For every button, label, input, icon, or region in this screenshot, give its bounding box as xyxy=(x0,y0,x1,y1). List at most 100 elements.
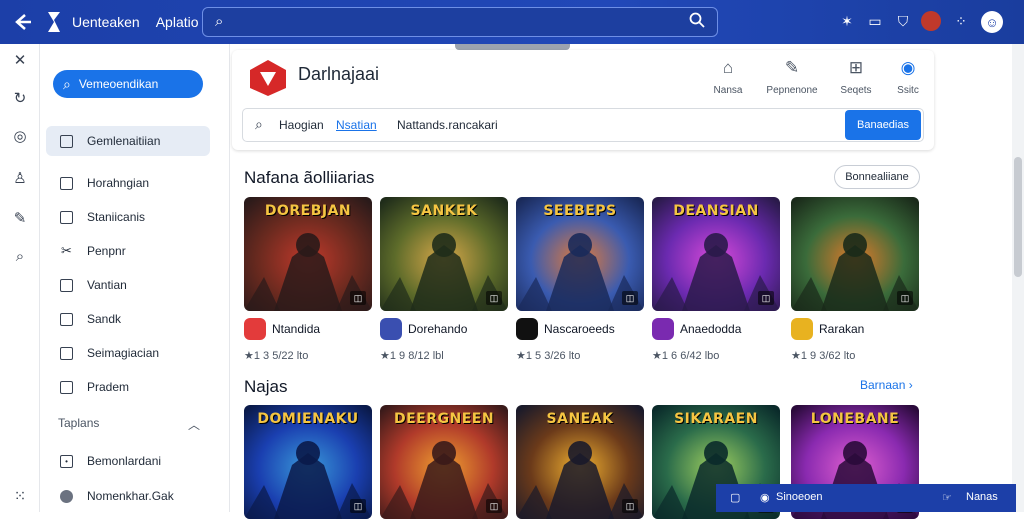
app-icon[interactable] xyxy=(791,318,813,340)
app-name[interactable]: Nascaroeeds xyxy=(544,322,615,336)
store-action-site[interactable]: ◉ Ssitc xyxy=(878,58,938,98)
top-search-input[interactable]: ⌕ xyxy=(202,7,718,37)
window-icon[interactable]: ▢ xyxy=(730,491,740,504)
sidebar-item-label: Penpnr xyxy=(87,244,126,258)
close-icon[interactable]: ✕ xyxy=(10,50,30,70)
store-action-home[interactable]: ⌂ Nansa xyxy=(698,58,758,98)
search-icon[interactable]: ⌕ xyxy=(10,246,30,266)
game-art-title: DOREBJAN xyxy=(264,203,352,219)
scrollbar-track[interactable] xyxy=(1012,44,1024,512)
sidebar-item-7[interactable]: Pradem xyxy=(46,372,210,402)
search-icon[interactable] xyxy=(689,12,705,33)
page-icon xyxy=(60,278,73,292)
apps-grid-icon[interactable]: ⁙ xyxy=(10,486,30,506)
sidebar-section-item-0[interactable]: • Bemonlardani xyxy=(46,446,210,476)
sidebar-section-item-1[interactable]: Nomenkhar.Gak xyxy=(46,481,210,511)
store-primary-button[interactable]: Banaedias xyxy=(845,110,921,140)
taskbar-label-2[interactable]: Nanas xyxy=(966,491,998,503)
edit-icon[interactable]: ✎ xyxy=(10,208,30,228)
store-header-card: Darlnajaai ⌂ Nansa ✎ Pepnenone ⊞ Seqets ◉ Ss… xyxy=(232,50,934,150)
app-name[interactable]: Rarakan xyxy=(819,322,864,336)
left-rail: ✕ ↻ ◎ ♙ ✎ ⌕ ⁙ xyxy=(0,44,40,512)
sidebar-item-3[interactable]: ✂ Penpnr xyxy=(46,236,210,266)
app-icon[interactable] xyxy=(516,318,538,340)
star-icon: ★ xyxy=(791,350,801,362)
star-icon[interactable]: ✶ xyxy=(836,10,858,32)
sidebar-item-label: Staniicanis xyxy=(87,210,146,224)
document-icon xyxy=(60,176,73,190)
search-scope-icon[interactable]: ⌕ xyxy=(215,13,223,30)
media-badge-icon: ◫ xyxy=(758,291,774,305)
shield-icon[interactable]: ⛉ xyxy=(892,10,914,32)
media-badge-icon: ◫ xyxy=(622,499,638,513)
app-name[interactable]: Anaedodda xyxy=(680,322,741,336)
app-icon[interactable] xyxy=(652,318,674,340)
tab-2[interactable]: Nattands.rancakari xyxy=(397,118,498,132)
circle-icon xyxy=(60,489,73,503)
store-action-label: Seqets xyxy=(840,85,872,96)
store-action-notes[interactable]: ✎ Pepnenone xyxy=(762,58,822,98)
sidebar-section-label: Taplans xyxy=(58,416,100,430)
section-2-title: Najas xyxy=(244,377,288,396)
section-1-game-card-1[interactable]: SANKEK ◫ xyxy=(380,197,508,311)
back-arrow-icon[interactable] xyxy=(8,8,36,36)
chevron-up-icon[interactable]: ︿ xyxy=(188,416,200,433)
sidebar-item-4[interactable]: Vantian xyxy=(46,270,210,300)
game-art-title: SANKEK xyxy=(410,203,478,219)
grid-icon[interactable]: ⁘ xyxy=(950,10,972,32)
sidebar-item-label: Gemlenaitiian xyxy=(87,134,161,148)
section-2-game-card-0[interactable]: DOMIENAKU ◫ xyxy=(244,405,372,519)
tab-1[interactable]: Nsatian xyxy=(336,118,377,132)
section-1-game-card-3[interactable]: DEANSIAN ◫ xyxy=(652,197,780,311)
section-1-action-button[interactable]: Bonnealiiane xyxy=(834,165,920,189)
sidebar-item-2[interactable]: Staniicanis xyxy=(46,202,210,232)
store-action-gallery[interactable]: ⊞ Seqets xyxy=(826,58,886,98)
app-rating: ★1 9 3/62 lto xyxy=(791,349,855,362)
store-subnav: ⌕ Haogian Nsatian Nattands.rancakari Ban… xyxy=(242,108,924,142)
tab-0[interactable]: Haogian xyxy=(279,118,324,132)
sidebar-item-1[interactable]: Horahngian xyxy=(46,168,210,198)
section-2-game-card-2[interactable]: SANEAK ◫ xyxy=(516,405,644,519)
user-avatar-icon[interactable] xyxy=(920,10,942,32)
store-logo-icon[interactable] xyxy=(248,58,288,98)
app-rating: ★1 5 3/26 lto xyxy=(516,349,580,362)
app-icon[interactable] xyxy=(380,318,402,340)
section-1-game-card-0[interactable]: DOREBJAN ◫ xyxy=(244,197,372,311)
app-brand[interactable]: Uenteaken xyxy=(72,14,140,30)
app-name[interactable]: Dorehando xyxy=(408,322,467,336)
app-subtitle[interactable]: Aplatio xyxy=(156,14,199,30)
media-badge-icon: ◫ xyxy=(350,499,366,513)
sidebar-item-5[interactable]: Sandk xyxy=(46,304,210,334)
search-icon[interactable]: ⌕ xyxy=(255,116,263,133)
sidebar-item-6[interactable]: Seimagiacian xyxy=(46,338,210,368)
cursor-icon[interactable]: ☞ xyxy=(942,491,952,504)
sidebar-search-button[interactable]: ⌕ Vemeoendikan xyxy=(53,70,203,98)
app-name[interactable]: Ntandida xyxy=(272,322,320,336)
profile-icon[interactable]: ☺ xyxy=(981,11,1003,33)
app-logo-icon[interactable] xyxy=(42,8,66,36)
media-badge-icon: ◫ xyxy=(350,291,366,305)
section-1-game-card-2[interactable]: SEEBEPS ◫ xyxy=(516,197,644,311)
app-rating: ★1 3 5/22 lto xyxy=(244,349,308,362)
app-icon[interactable] xyxy=(244,318,266,340)
person-icon[interactable]: ♙ xyxy=(10,168,30,188)
rating-text: 1 9 8/12 lbl xyxy=(389,350,444,362)
refresh-icon[interactable]: ↻ xyxy=(10,88,30,108)
record-icon[interactable]: ◉ xyxy=(760,491,770,504)
checkbox-icon xyxy=(60,134,73,148)
section-2-see-all-link[interactable]: Barnaan › xyxy=(860,378,913,392)
section-2-game-card-1[interactable]: DEERGNEEN ◫ xyxy=(380,405,508,519)
sidebar-cta-label: Vemeoendikan xyxy=(78,77,159,91)
section-1-game-card-4[interactable]: ◫ xyxy=(791,197,919,311)
game-art-title: SEEBEPS xyxy=(543,203,617,219)
game-art-title: DEERGNEEN xyxy=(393,411,495,427)
rating-text: 1 3 5/22 lto xyxy=(253,350,309,362)
compass-icon[interactable]: ◎ xyxy=(10,126,30,146)
sidebar: ⌕ Vemeoendikan Gemlenaitiian Horahngian … xyxy=(40,44,230,512)
sidebar-item-label: Seimagiacian xyxy=(87,346,160,360)
window-icon[interactable]: ▭ xyxy=(864,10,886,32)
sidebar-item-0[interactable]: Gemlenaitiian xyxy=(46,126,210,156)
taskbar-label-1[interactable]: Sinoeoen xyxy=(776,491,823,503)
globe-icon: ◉ xyxy=(900,58,916,77)
scrollbar-thumb[interactable] xyxy=(1014,157,1022,277)
